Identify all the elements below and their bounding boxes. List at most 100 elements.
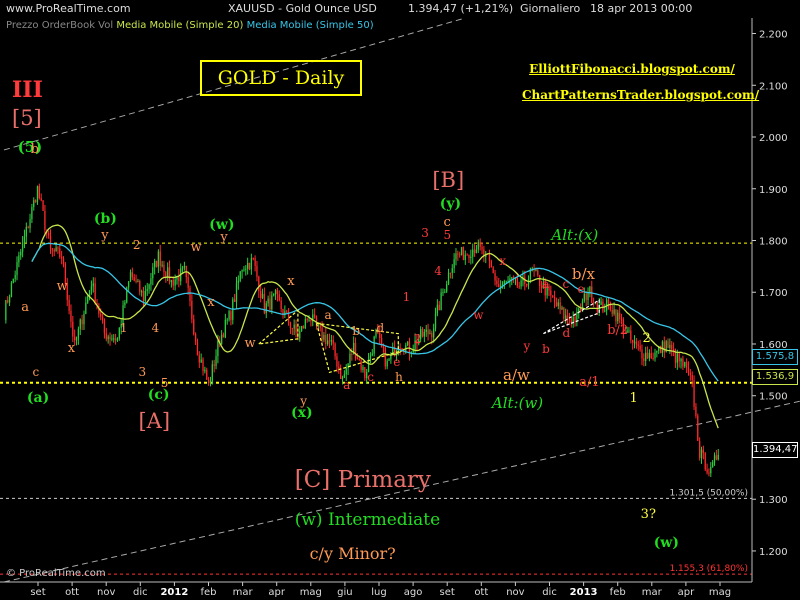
candle-body — [254, 258, 256, 266]
candle-body — [704, 452, 706, 470]
candle-body — [462, 247, 465, 261]
candle-body — [31, 207, 33, 220]
candle-body — [596, 303, 598, 312]
wave-label: 2 — [413, 331, 422, 346]
y-tick-label: 2.200 — [759, 30, 788, 41]
wave-label: (a) — [26, 389, 50, 406]
candle-body — [717, 454, 719, 460]
candle-body — [10, 282, 13, 297]
candle-body — [273, 293, 275, 296]
x-tick-label: feb — [200, 587, 216, 598]
candle-body — [470, 256, 472, 259]
x-tick-label: dic — [133, 587, 148, 598]
candle-body — [326, 340, 329, 345]
wave-label: e — [393, 354, 401, 369]
candle-body — [23, 236, 26, 243]
candle-body — [563, 307, 565, 319]
wave-label: 1 — [402, 290, 411, 305]
candle-body — [516, 277, 519, 287]
candle-body — [429, 333, 431, 335]
candle-body — [196, 341, 199, 356]
x-tick-label: set — [440, 587, 455, 598]
wave-label: w — [190, 240, 202, 256]
wave-label: y — [523, 339, 531, 354]
candle-body — [321, 327, 323, 340]
candle-body — [233, 299, 236, 302]
candle-body — [286, 311, 288, 313]
copyright: © ProRealTime.com — [6, 568, 106, 579]
candle-body — [354, 342, 357, 359]
candle-body — [29, 219, 31, 229]
candle-body — [691, 374, 693, 381]
candle-body — [111, 338, 113, 340]
candle-body — [369, 355, 372, 359]
wave-label: y — [220, 230, 228, 246]
y-tick-label: 2.100 — [759, 81, 788, 92]
candle-body — [431, 333, 433, 338]
candle-body — [204, 369, 206, 372]
candle-body — [356, 358, 359, 360]
candle-body — [518, 286, 520, 288]
candle-body — [295, 324, 297, 333]
candle-body — [384, 347, 386, 367]
candle-body — [34, 200, 37, 203]
wave-label: [C] Primary — [294, 467, 431, 494]
candle-body — [139, 281, 141, 293]
candle-body — [57, 247, 59, 249]
blog-link-patterns[interactable]: ChartPatternsTrader.blogspot.com/ — [522, 88, 759, 102]
wave-label: w — [473, 308, 484, 323]
candle-body — [194, 334, 197, 342]
candle-body — [207, 379, 210, 383]
candle-body — [202, 359, 204, 372]
candle-body — [230, 311, 232, 320]
candle-body — [697, 415, 699, 441]
candle-body — [152, 267, 154, 279]
candle-body — [473, 249, 476, 253]
candle-body — [695, 406, 697, 416]
candle-body — [710, 466, 712, 474]
candle-body — [520, 280, 522, 287]
candle-body — [643, 358, 645, 361]
candle-body — [129, 272, 132, 282]
wave-label: Alt:(x) — [551, 226, 599, 245]
candle-body — [645, 352, 647, 361]
candle-body — [637, 344, 639, 346]
candle-body — [256, 265, 258, 277]
candle-body — [641, 349, 643, 359]
candle-body — [347, 363, 349, 369]
candle-body — [715, 455, 718, 460]
candle-body — [490, 261, 492, 268]
instrument-label: XAUUSD - Gold Ounce USD — [228, 2, 377, 15]
x-tick-label: 2012 — [160, 587, 188, 598]
wave-label: x — [67, 341, 76, 357]
candle-body — [105, 333, 107, 340]
candle-body — [479, 242, 481, 247]
candle-body — [585, 293, 587, 300]
candle-body — [59, 248, 61, 258]
candle-body — [113, 338, 115, 340]
candle-body — [304, 319, 306, 329]
x-tick-label: mag — [709, 587, 731, 598]
candle-body — [446, 284, 448, 292]
blog-link-elliott[interactable]: ElliottFibonacci.blogspot.com/ — [522, 62, 742, 76]
candle-body — [300, 325, 303, 332]
candle-body — [155, 260, 158, 267]
candle-body — [222, 334, 225, 338]
candle-body — [453, 259, 455, 269]
wave-label: w — [244, 336, 256, 352]
x-tick-label: lug — [371, 587, 386, 598]
wave-label: (w) Intermediate — [294, 509, 441, 530]
y-tick-label: 1.800 — [759, 236, 788, 247]
candle-body — [587, 292, 589, 300]
candle-body — [579, 308, 582, 311]
last-price-label: 1.394,47 (+1,21%) — [408, 2, 514, 15]
date-label: 18 apr 2013 00:00 — [590, 2, 693, 15]
legend-ma50: Media Mobile (Simple 50) — [246, 20, 374, 31]
wave-label: c/y Minor? — [309, 543, 396, 563]
candle-body — [552, 295, 554, 297]
wave-label: (b) — [93, 211, 117, 228]
candle-body — [712, 462, 714, 467]
candle-body — [488, 254, 491, 262]
candle-body — [170, 279, 173, 283]
candle-body — [617, 312, 619, 322]
